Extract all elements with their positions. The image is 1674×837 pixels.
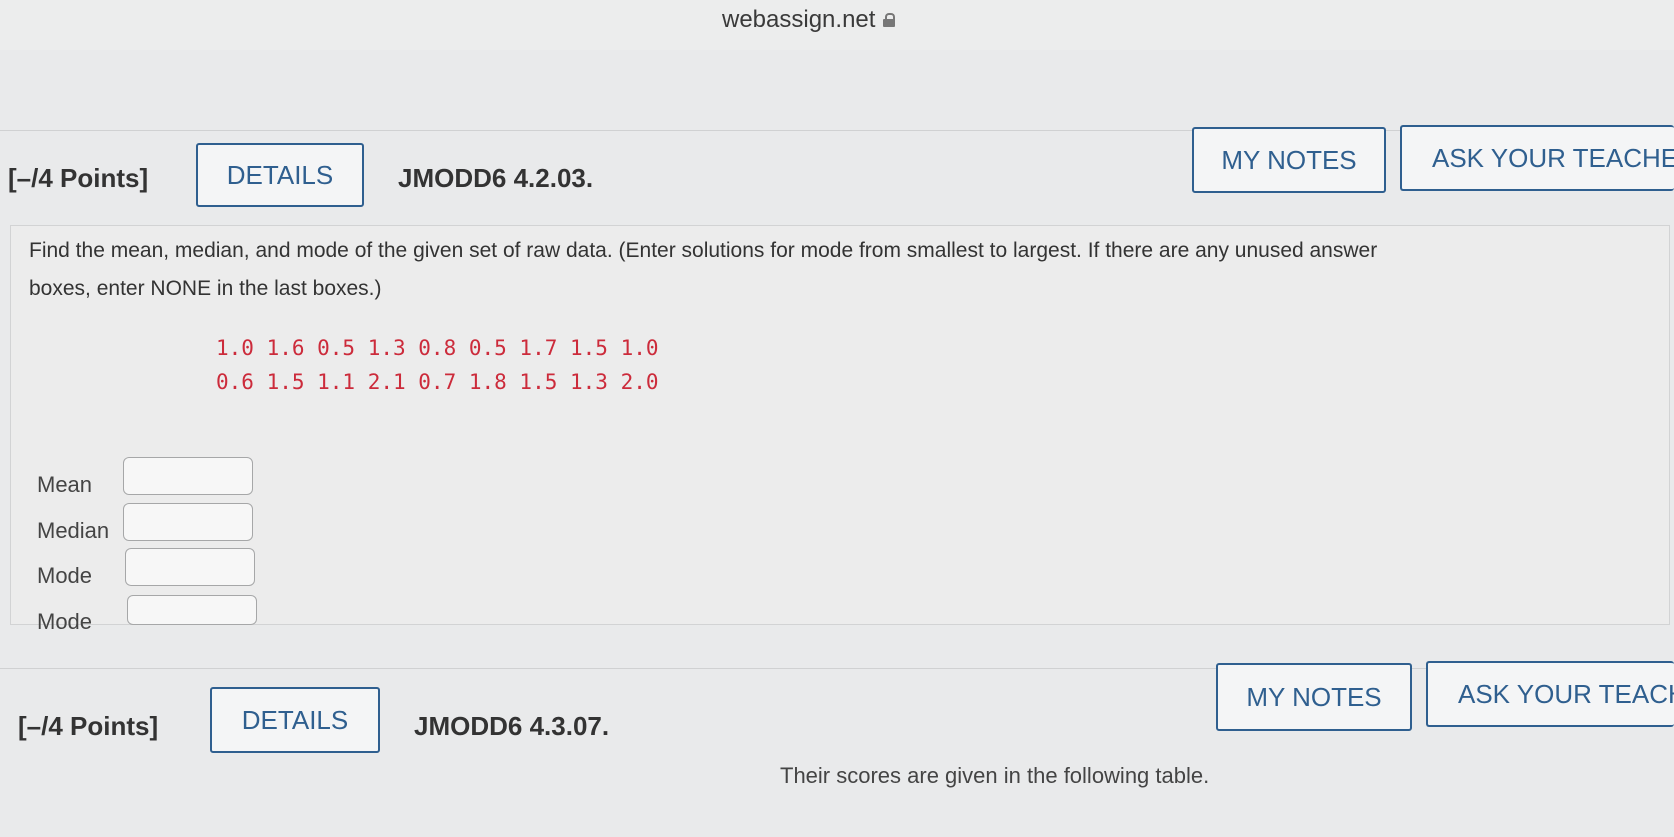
question-2-code: JMODD6 4.3.07. [414, 711, 610, 741]
raw-data-row-1: 1.0 1.6 0.5 1.3 0.8 0.5 1.7 1.5 1.0 [216, 336, 659, 360]
mode-1-label: Mode [37, 563, 93, 588]
question-1-ask-teacher-button[interactable]: ASK YOUR TEACHER [1400, 125, 1674, 191]
page-content: [–/4 Points] DETAILS JMODD6 4.2.03. MY N… [0, 50, 1674, 837]
question-2-details-button[interactable]: DETAILS [210, 687, 380, 753]
question-1-my-notes-button[interactable]: MY NOTES [1192, 127, 1386, 193]
mode-1-input[interactable] [125, 548, 255, 586]
question-2-header: [–/4 Points] DETAILS JMODD6 4.3.07. MY N… [0, 661, 1674, 765]
question-1-header: [–/4 Points] DETAILS JMODD6 4.2.03. MY N… [0, 125, 1674, 227]
browser-address-bar[interactable]: webassign.net [0, 0, 1674, 51]
question-2-points: [–/4 Points] [18, 711, 159, 741]
url-text: webassign.net [722, 6, 876, 33]
median-input[interactable] [123, 503, 253, 541]
prompt-line-1: Find the mean, median, and mode of the g… [29, 239, 1378, 262]
question-2-my-notes-button[interactable]: MY NOTES [1216, 663, 1412, 731]
lock-icon [883, 13, 896, 27]
question-1-points: [–/4 Points] [8, 163, 149, 193]
question-1-prompt: Find the mean, median, and mode of the g… [29, 232, 1659, 308]
mean-label: Mean [37, 472, 93, 497]
mean-input[interactable] [123, 457, 253, 495]
question-1-body: Find the mean, median, and mode of the g… [10, 225, 1670, 634]
question-1-details-button[interactable]: DETAILS [196, 143, 364, 207]
question-2-partial-prompt: Their scores are given in the following … [780, 763, 1210, 788]
mode-2-label: Mode [37, 609, 93, 634]
question-1-code: JMODD6 4.2.03. [398, 163, 594, 193]
prompt-line-2: boxes, enter NONE in the last boxes.) [29, 277, 382, 300]
question-2-ask-teacher-button[interactable]: ASK YOUR TEACH [1426, 661, 1674, 727]
raw-data-set: 1.0 1.6 0.5 1.3 0.8 0.5 1.7 1.5 1.0 0.6 … [216, 331, 659, 399]
url-display[interactable]: webassign.net [722, 6, 896, 34]
raw-data-row-2: 0.6 1.5 1.1 2.1 0.7 1.8 1.5 1.3 2.0 [216, 370, 659, 394]
mode-2-input[interactable] [127, 595, 257, 625]
median-label: Median [37, 518, 110, 543]
